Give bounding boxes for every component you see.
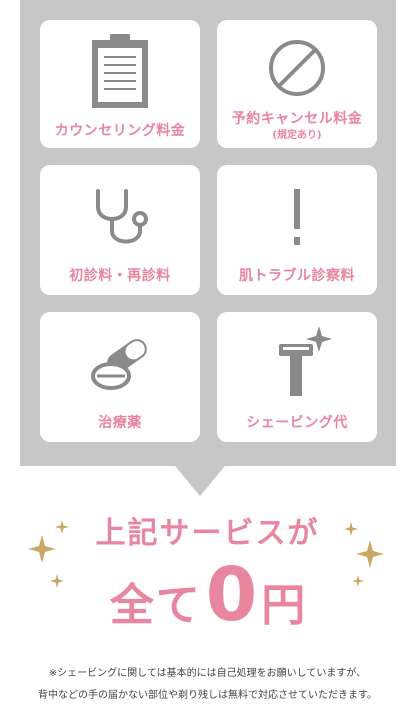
card-medication: 治療薬 [40,312,200,442]
exclamation-icon [217,187,377,249]
headline-line2: 全て 0 円 [0,558,415,638]
card-counseling-fee: カウンセリング料金 [40,20,200,148]
sparkle-icon [28,535,56,563]
headline-zero: 0 [205,552,258,638]
card-label: シェービング代 [246,415,348,431]
card-label: 初診料・再診料 [69,268,171,284]
card-label: 肌トラブル診察料 [239,268,355,284]
card-consultation-fee: 初診料・再診料 [40,165,200,295]
footnote-line1: ※シェービングに関しては基本的には自己処理をお願いしていますが、 [48,668,367,679]
razor-icon [217,322,377,402]
card-shaving-fee: シェービング代 [217,312,377,442]
headline-yen: 円 [261,580,306,631]
clipboard-icon [40,34,200,110]
card-label: 予約キャンセル料金 [231,111,363,127]
sparkle-icon [356,540,384,568]
card-skin-trouble-fee: 肌トラブル診察料 [217,165,377,295]
footnote-line2: 背中などの手の届かない部位や剃り残しは無料で対応させていただきます。 [38,690,377,701]
sparkle-icon [344,522,358,536]
card-sublabel: (規定あり) [272,130,322,141]
prohibited-icon [217,38,377,98]
panel-pointer-arrow [175,466,225,496]
card-cancellation-fee: 予約キャンセル料金 (規定あり) [217,20,377,148]
sparkle-icon [352,575,364,587]
sparkle-icon [50,574,64,588]
card-label: カウンセリング料金 [54,123,186,139]
sparkle-icon [55,520,69,534]
pills-icon [40,334,200,394]
headline-all: 全て [109,580,202,631]
stethoscope-icon [40,187,200,249]
card-label: 治療薬 [98,415,142,431]
